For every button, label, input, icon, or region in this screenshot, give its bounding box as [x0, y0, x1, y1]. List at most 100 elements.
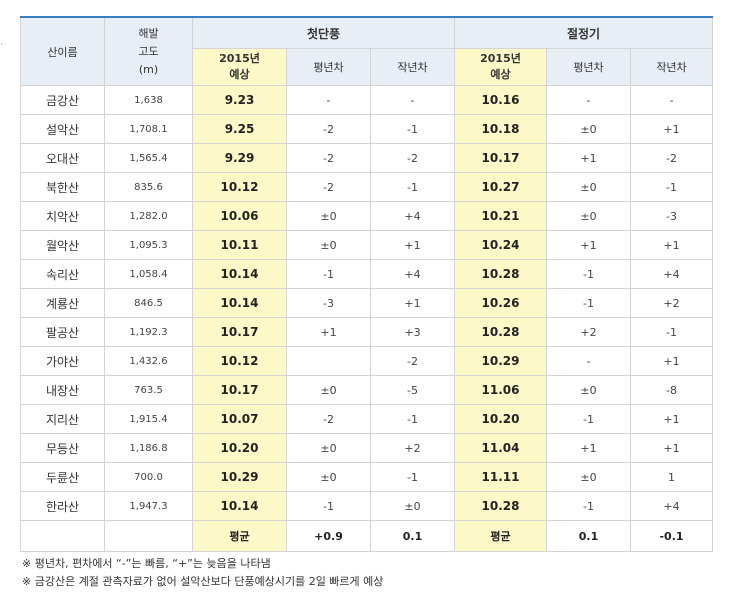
first-foliage-forecast-cell: 10.06 [192, 201, 287, 231]
altitude-cell: 1,192.3 [104, 317, 193, 347]
footnotes: ※ 평년차, 편차에서 “-”는 빠름, “+”는 늦음을 나타냄 ※ 금강산은… [22, 555, 383, 591]
peak-vs-last-year-cell: - [630, 85, 713, 115]
first-vs-normal-cell: -2 [286, 114, 371, 144]
peak-vs-normal-cell: +2 [546, 317, 631, 347]
peak-vs-last-year-cell: -1 [630, 317, 713, 347]
altitude-cell: 763.5 [104, 375, 193, 405]
table-row: 월악산 1,095.3 10.11 ±0 +1 10.24 +1 +1 [20, 230, 713, 260]
first-vs-normal-cell: -2 [286, 172, 371, 202]
first-vs-last-year-cell: -1 [370, 404, 455, 434]
col-header-peak-vs-normal: 평년차 [546, 48, 631, 86]
foliage-forecast-table: 산이름 해발 고도 (m) 첫단풍 절정기 2015년 예상 평년차 작년차 2… [20, 16, 713, 552]
altitude-cell: 1,432.6 [104, 346, 193, 376]
peak-foliage-forecast-cell: 10.28 [454, 491, 547, 521]
average-row: 평균 +0.9 0.1 평균 0.1 -0.1 [20, 520, 713, 552]
peak-vs-normal-cell: ±0 [546, 462, 631, 492]
first-foliage-forecast-cell: 10.14 [192, 491, 287, 521]
mountain-name-cell: 설악산 [20, 114, 105, 144]
mountain-name-cell: 팔공산 [20, 317, 105, 347]
average-empty-cell [20, 520, 105, 552]
peak-foliage-forecast-cell: 10.24 [454, 230, 547, 260]
table-row: 설악산 1,708.1 9.25 -2 -1 10.18 ±0 +1 [20, 114, 713, 144]
first-vs-normal-cell: ±0 [286, 462, 371, 492]
first-foliage-forecast-cell: 9.29 [192, 143, 287, 173]
first-vs-last-year-cell: ±0 [370, 491, 455, 521]
first-foliage-forecast-cell: 10.14 [192, 288, 287, 318]
mountain-name-cell: 북한산 [20, 172, 105, 202]
peak-vs-normal-cell: +1 [546, 230, 631, 260]
mountain-name-cell: 속리산 [20, 259, 105, 289]
altitude-cell: 1,638 [104, 85, 193, 115]
group-header-first-foliage: 첫단풍 [192, 16, 455, 49]
peak-foliage-forecast-cell: 10.18 [454, 114, 547, 144]
table-row: 금강산 1,638 9.23- -10.16- - [20, 85, 713, 115]
footnote-sign-meaning: ※ 평년차, 편차에서 “-”는 빠름, “+”는 늦음을 나타냄 [22, 557, 271, 570]
altitude-cell: 1,947.3 [104, 491, 193, 521]
first-vs-normal-cell [286, 346, 371, 376]
first-foliage-forecast-cell: 10.12 [192, 346, 287, 376]
first-vs-last-year-cell: -1 [370, 114, 455, 144]
first-vs-last-year-cell: +4 [370, 201, 455, 231]
average-empty-cell [104, 520, 193, 552]
mountain-name-cell: 두륜산 [20, 462, 105, 492]
first-vs-last-year-cell: +3 [370, 317, 455, 347]
first-foliage-forecast-cell: 10.11 [192, 230, 287, 260]
first-foliage-forecast-cell: 10.20 [192, 433, 287, 463]
altitude-cell: 1,095.3 [104, 230, 193, 260]
first-vs-last-year-cell: -1 [370, 462, 455, 492]
peak-vs-last-year-cell: +1 [630, 346, 713, 376]
table-row: 팔공산 1,192.3 10.17 +1 +3 10.28 +2 -1 [20, 317, 713, 347]
peak-foliage-forecast-cell: 11.04 [454, 433, 547, 463]
first-vs-last-year-cell: +4 [370, 259, 455, 289]
first-vs-normal-cell: +1 [286, 317, 371, 347]
table-body: 금강산 1,638 9.23- -10.16- - 설악산 1,708.1 9.25 -2 -1 1… [20, 85, 713, 552]
altitude-cell: 700.0 [104, 462, 193, 492]
first-vs-normal-cell: -2 [286, 404, 371, 434]
table-row: 내장산 763.5 10.17 ±0 -5 11.06 ±0 -8 [20, 375, 713, 405]
peak-foliage-forecast-cell: 10.21 [454, 201, 547, 231]
peak-foliage-forecast-cell: 10.26 [454, 288, 547, 318]
peak-vs-normal-cell: +1 [546, 433, 631, 463]
peak-vs-last-year-cell: +1 [630, 230, 713, 260]
first-average-vs-last-year: 0.1 [370, 520, 455, 552]
first-vs-normal-cell: -1 [286, 491, 371, 521]
first-foliage-forecast-cell: 10.12 [192, 172, 287, 202]
first-forecast-label-2: 예상 [229, 68, 250, 81]
first-vs-last-year-cell: -5 [370, 375, 455, 405]
peak-vs-normal-cell: ±0 [546, 172, 631, 202]
footnote-geumgang: ※ 금강산은 계절 관측자료가 없어 설악산보다 단풍예상시기를 2일 빠르게 … [22, 575, 384, 588]
first-vs-last-year-cell: - [370, 85, 455, 115]
table-row: 두륜산 700.0 10.29 ±0 -1 11.11 ±0 1 [20, 462, 713, 492]
peak-foliage-forecast-cell: 10.16 [454, 85, 547, 115]
first-vs-last-year-cell: +1 [370, 288, 455, 318]
first-vs-normal-cell: ±0 [286, 230, 371, 260]
peak-vs-normal-cell: ±0 [546, 201, 631, 231]
peak-vs-last-year-cell: -8 [630, 375, 713, 405]
altitude-cell: 1,915.4 [104, 404, 193, 434]
table-row: 한라산 1,947.3 10.14 -1 ±0 10.28 -1 +4 [20, 491, 713, 521]
first-vs-last-year-cell: +2 [370, 433, 455, 463]
peak-foliage-forecast-cell: 10.28 [454, 259, 547, 289]
first-vs-normal-cell: -2 [286, 143, 371, 173]
peak-vs-last-year-cell: -1 [630, 172, 713, 202]
peak-foliage-forecast-cell: 10.17 [454, 143, 547, 173]
group-header-peak-foliage: 절정기 [454, 16, 713, 49]
first-vs-last-year-cell: -2 [370, 143, 455, 173]
peak-vs-last-year-cell: +1 [630, 114, 713, 144]
col-header-first-vs-last-year: 작년차 [370, 48, 455, 86]
first-average-label: 평균 [192, 520, 287, 552]
col-header-peak-forecast: 2015년 예상 [454, 48, 547, 86]
peak-foliage-forecast-cell: 10.20 [454, 404, 547, 434]
peak-forecast-label-2: 예상 [490, 68, 511, 81]
first-foliage-forecast-cell: 9.23 [192, 85, 287, 115]
first-foliage-forecast-cell: 9.25 [192, 114, 287, 144]
peak-average-vs-last-year: -0.1 [630, 520, 713, 552]
peak-foliage-forecast-cell: 11.06 [454, 375, 547, 405]
col-header-first-vs-normal: 평년차 [286, 48, 371, 86]
table-row: 지리산 1,915.4 10.07 -2 -1 10.20 -1 +1 [20, 404, 713, 434]
altitude-label-3: (m) [138, 62, 159, 76]
peak-average-vs-normal: 0.1 [546, 520, 631, 552]
peak-vs-last-year-cell: +2 [630, 288, 713, 318]
mountain-name-cell: 무등산 [20, 433, 105, 463]
altitude-cell: 1,058.4 [104, 259, 193, 289]
